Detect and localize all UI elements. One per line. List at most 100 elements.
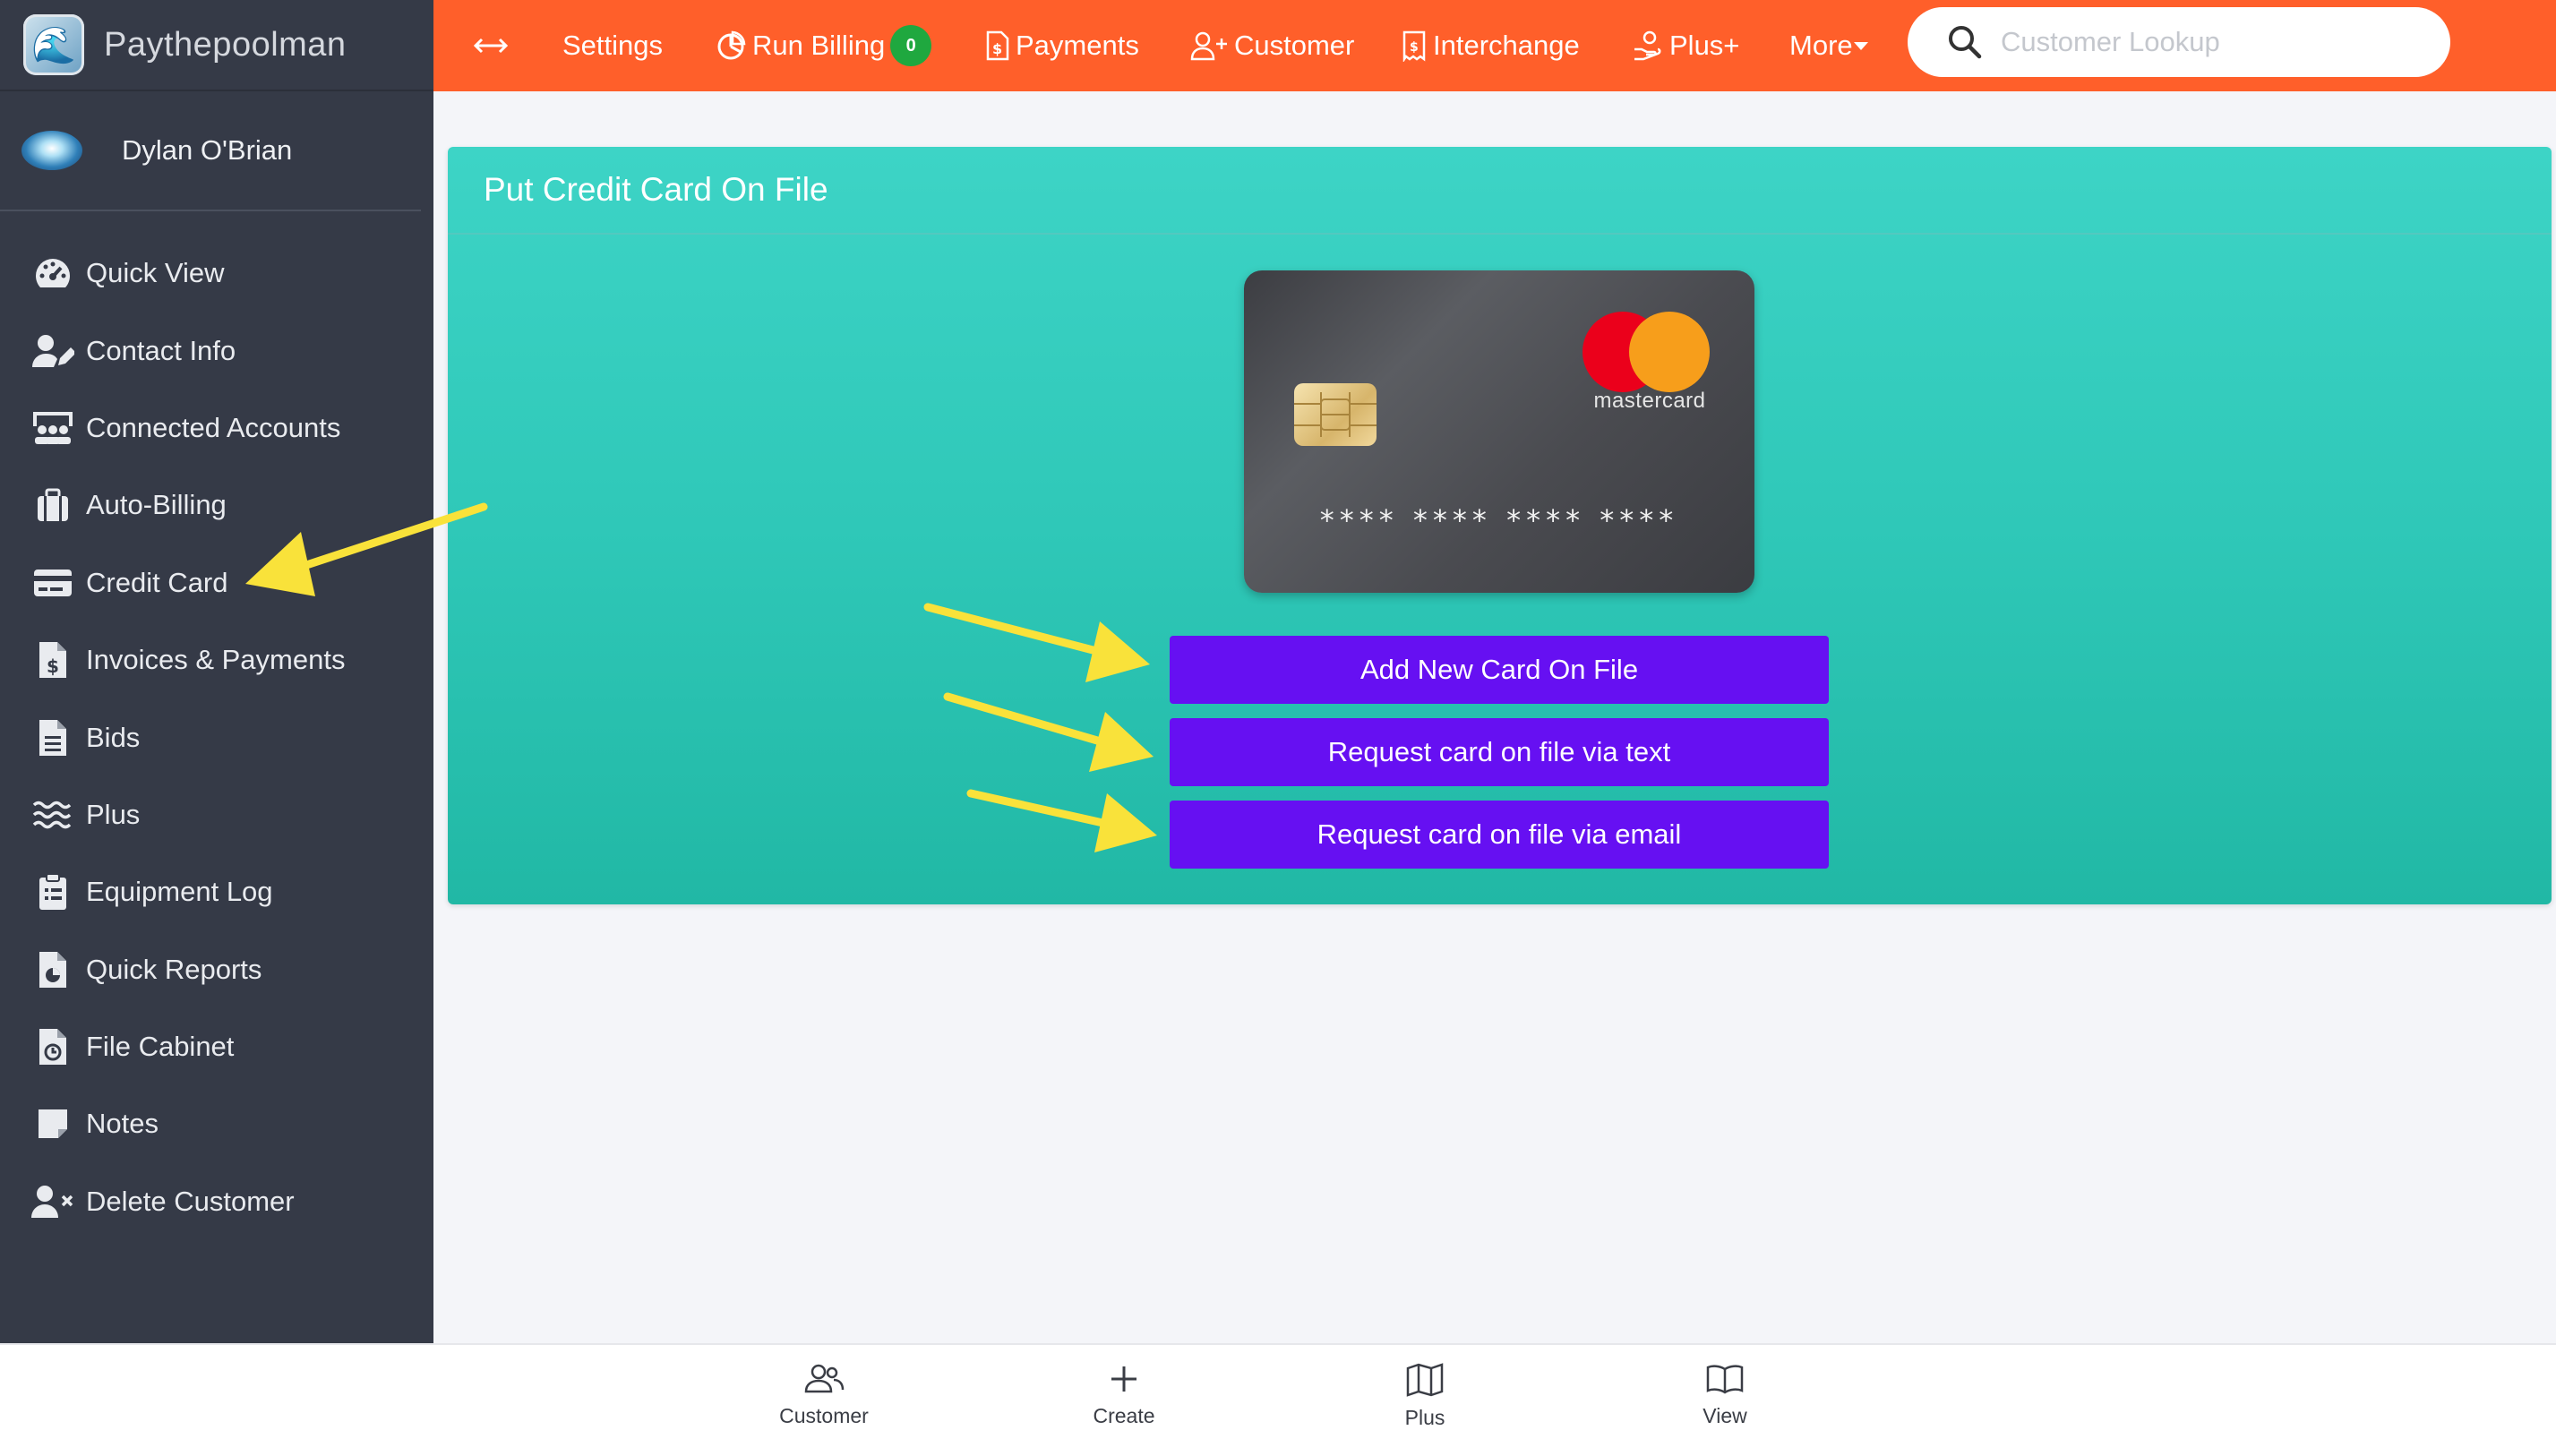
sidebar-item-label: Connected Accounts xyxy=(86,411,341,443)
brand-logo-icon: 🌊 xyxy=(23,14,84,75)
water-icon xyxy=(30,794,75,835)
credit-card-graphic: mastercard **** **** **** **** xyxy=(1244,270,1754,593)
bottom-tab-label: View xyxy=(1703,1404,1747,1427)
request-card-text-button[interactable]: Request card on file via text xyxy=(1170,718,1829,786)
sidebar-item-label: Notes xyxy=(86,1108,159,1140)
sidebar-toggle-button[interactable] xyxy=(473,0,514,91)
nav-payments-label: Payments xyxy=(1016,30,1139,61)
customer-lookup-search[interactable] xyxy=(1908,7,2450,77)
clipboard-list-icon xyxy=(30,871,75,912)
user-edit-icon xyxy=(30,330,75,372)
search-icon xyxy=(1949,26,1982,59)
nav-payments[interactable]: $ Payments xyxy=(985,0,1139,91)
invoice-dollar-icon: $ xyxy=(986,30,1009,61)
map-icon xyxy=(1406,1363,1444,1397)
sidebar-item-label: Contact Info xyxy=(86,334,236,366)
nav-run-billing-label: Run Billing xyxy=(752,30,886,61)
nav-settings-label: Settings xyxy=(562,30,664,61)
sidebar-item-label: Delete Customer xyxy=(86,1185,295,1217)
bottom-tab-view[interactable]: View xyxy=(1644,1356,1805,1428)
chart-pie-icon xyxy=(717,30,746,60)
book-open-icon xyxy=(1706,1365,1744,1394)
briefcase-icon xyxy=(30,484,75,526)
hand-holding-icon xyxy=(1634,30,1661,61)
sidebar: 🌊 Paythepoolman Dylan O'Brian Quick View… xyxy=(0,0,433,1343)
bottom-tabbar: Customer Create Plus View xyxy=(0,1343,2556,1456)
run-billing-count-badge: 0 xyxy=(890,25,932,66)
sidebar-item-notes[interactable]: Notes xyxy=(0,1085,433,1162)
bottom-tab-label: Create xyxy=(1093,1404,1155,1427)
sidebar-item-label: Plus xyxy=(86,798,141,830)
receipt-icon: $ xyxy=(1402,30,1426,62)
avatar xyxy=(21,131,82,170)
credit-card-panel: Put Credit Card On File mastercard **** … xyxy=(448,147,2552,904)
sidebar-item-plus[interactable]: Plus xyxy=(0,776,433,853)
add-new-card-button[interactable]: Add New Card On File xyxy=(1170,636,1829,704)
sidebar-item-label: Auto-Billing xyxy=(86,489,227,521)
card-chip-icon xyxy=(1294,383,1377,446)
nav-run-billing[interactable]: Run Billing 0 xyxy=(715,0,932,91)
user-plus-icon xyxy=(1190,31,1227,61)
sidebar-item-label: File Cabinet xyxy=(86,1031,235,1063)
masked-card-number: **** **** **** **** xyxy=(1319,503,1679,537)
top-navbar: Settings Run Billing 0 $ Payments Custom… xyxy=(433,0,2556,91)
bottom-tab-plus[interactable]: Plus xyxy=(1344,1356,1505,1430)
sidebar-item-credit-card[interactable]: Credit Card xyxy=(0,544,433,621)
users-icon xyxy=(804,1364,845,1393)
sidebar-item-contact-info[interactable]: Contact Info xyxy=(0,312,433,389)
panel-header: Put Credit Card On File xyxy=(448,147,2552,235)
user-name: Dylan O'Brian xyxy=(122,134,293,166)
search-input[interactable] xyxy=(2001,26,2431,58)
expand-arrows-icon xyxy=(473,38,509,54)
svg-text:$: $ xyxy=(1410,40,1419,55)
nav-interchange-label: Interchange xyxy=(1433,30,1580,61)
bottom-tab-create[interactable]: Create xyxy=(1043,1356,1205,1428)
nav-settings[interactable]: Settings xyxy=(562,0,663,91)
sidebar-item-delete-customer[interactable]: Delete Customer xyxy=(0,1163,433,1240)
user-x-icon xyxy=(30,1181,75,1222)
sidebar-item-connected-accounts[interactable]: Connected Accounts xyxy=(0,390,433,467)
sidebar-item-label: Invoices & Payments xyxy=(86,644,346,676)
nav-customer-label: Customer xyxy=(1234,30,1355,61)
sidebar-item-invoices-payments[interactable]: $ Invoices & Payments xyxy=(0,621,433,698)
file-lines-icon xyxy=(30,717,75,758)
nav-interchange[interactable]: $ Interchange xyxy=(1401,0,1580,91)
nav-more-label: More xyxy=(1789,30,1853,61)
caret-down-icon xyxy=(1853,42,1868,50)
invoice-dollar-icon: $ xyxy=(30,639,75,681)
brand[interactable]: 🌊 Paythepoolman xyxy=(0,0,433,91)
sidebar-item-label: Quick View xyxy=(86,257,225,289)
nav-customer[interactable]: Customer xyxy=(1189,0,1354,91)
sidebar-item-label: Bids xyxy=(86,721,141,753)
bottom-tab-label: Plus xyxy=(1404,1406,1445,1429)
gauge-icon xyxy=(30,253,75,294)
credit-card-icon xyxy=(30,562,75,604)
sidebar-item-bids[interactable]: Bids xyxy=(0,698,433,775)
nav-plus[interactable]: Plus+ xyxy=(1632,0,1739,91)
panel-title: Put Credit Card On File xyxy=(484,171,828,208)
nav-plus-label: Plus+ xyxy=(1669,30,1740,61)
sidebar-item-label: Equipment Log xyxy=(86,876,273,908)
sidebar-item-label: Quick Reports xyxy=(86,953,262,985)
brand-name: Paythepoolman xyxy=(104,25,347,64)
file-chart-icon xyxy=(30,949,75,990)
sidebar-item-quick-view[interactable]: Quick View xyxy=(0,235,433,312)
sidebar-nav: Quick View Contact Info Connected Accoun… xyxy=(0,211,433,1240)
sidebar-item-label: Credit Card xyxy=(86,566,228,598)
sidebar-item-auto-billing[interactable]: Auto-Billing xyxy=(0,467,433,544)
svg-text:$: $ xyxy=(47,655,59,677)
users-icon xyxy=(30,407,75,449)
user-profile[interactable]: Dylan O'Brian xyxy=(0,91,421,211)
sidebar-item-file-cabinet[interactable]: File Cabinet xyxy=(0,1008,433,1085)
mastercard-logo-icon xyxy=(1582,312,1717,401)
card-brand-label: mastercard xyxy=(1593,389,1706,413)
svg-text:$: $ xyxy=(992,40,1002,57)
sidebar-item-equipment-log[interactable]: Equipment Log xyxy=(0,853,433,930)
sticky-note-icon xyxy=(30,1103,75,1144)
plus-icon xyxy=(1111,1366,1136,1392)
request-card-email-button[interactable]: Request card on file via email xyxy=(1170,801,1829,869)
nav-more-dropdown[interactable]: More xyxy=(1789,0,1874,91)
bottom-tab-customer[interactable]: Customer xyxy=(743,1356,905,1428)
bottom-tab-label: Customer xyxy=(779,1404,869,1427)
sidebar-item-quick-reports[interactable]: Quick Reports xyxy=(0,931,433,1008)
